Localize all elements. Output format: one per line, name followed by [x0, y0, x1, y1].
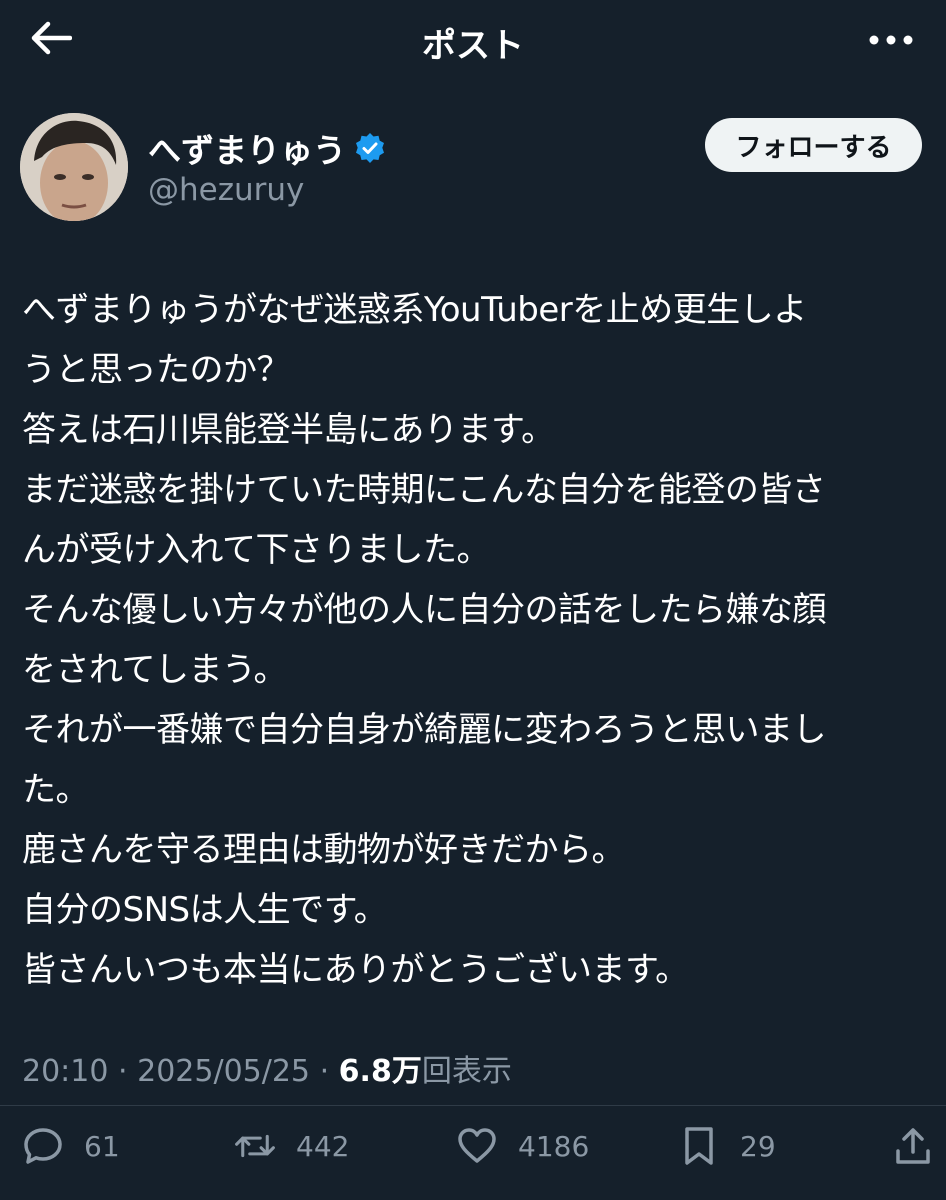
reply-icon [24, 1128, 62, 1164]
views-count: 6.8万 [338, 1054, 422, 1089]
post-line: 鹿さんを守る理由は動物が好きだから。 [22, 830, 626, 870]
post-date[interactable]: 2025/05/25 [137, 1054, 310, 1089]
share-button[interactable] [892, 1118, 934, 1174]
repost-icon [235, 1134, 275, 1158]
top-bar: ポスト [0, 0, 946, 80]
post-line: うと思ったのか？ [22, 350, 291, 390]
post-line: それが一番嫌で自分自身が綺麗に変わろうと思いまし [22, 710, 827, 750]
post-line: んが受け入れて下さりました。 [22, 530, 490, 570]
action-bar: 61 442 4186 29 [0, 1118, 946, 1174]
post-line: た。 [22, 770, 90, 810]
meta-separator: · [319, 1054, 330, 1089]
post-line: 答えは石川県能登半島にあります。 [22, 410, 555, 450]
post-line: まだ迷惑を掛けていた時期にこんな自分を能登の皆さ [22, 470, 826, 510]
author-name-row: へずまりゅう [148, 124, 386, 172]
post-line: をされてしまう。 [22, 650, 287, 690]
follow-button[interactable]: フォローする [705, 118, 922, 172]
post-meta: 20:10 · 2025/05/25 · 6.8万回表示 [22, 1046, 512, 1090]
post-line: へずまりゅうがなぜ迷惑系YouTuberを止め更生しよ [22, 290, 807, 330]
more-button[interactable] [866, 22, 916, 58]
meta-separator: · [118, 1054, 128, 1089]
bookmark-button[interactable]: 29 [678, 1118, 776, 1174]
like-button[interactable]: 4186 [456, 1118, 589, 1174]
heart-icon [458, 1128, 496, 1163]
like-count: 4186 [518, 1129, 590, 1163]
views-label: 回表示 [421, 1054, 512, 1089]
post-time[interactable]: 20:10 [22, 1054, 108, 1089]
author-handle[interactable]: @hezuruy [148, 172, 304, 208]
more-horizontal-icon [869, 35, 913, 45]
repost-button[interactable]: 442 [234, 1118, 349, 1174]
bookmark-count: 29 [740, 1129, 776, 1163]
post-line: 皆さんいつも本当にありがとうございます。 [22, 950, 689, 990]
post-line: そんな優しい方々が他の人に自分の話をしたら嫌な顔 [22, 590, 827, 630]
bookmark-icon [685, 1127, 713, 1165]
post-line: 自分のSNSは人生です。 [22, 890, 388, 930]
post-page: ポスト へずまりゅう @hezuruy フォローする へずまりゅうがなぜ迷惑系Y… [0, 0, 946, 1200]
author-name[interactable]: へずまりゅう [148, 124, 346, 172]
page-title: ポスト [422, 26, 524, 66]
repost-count: 442 [296, 1129, 350, 1163]
avatar[interactable] [20, 113, 128, 221]
verified-badge-icon [356, 133, 384, 163]
post-text: へずまりゅうがなぜ迷惑系YouTuberを止め更生しよ うと思ったのか？ 答えは… [22, 280, 932, 1000]
share-icon [896, 1128, 930, 1164]
reply-button[interactable]: 61 [22, 1118, 120, 1174]
divider [0, 1105, 946, 1106]
avatar-image [20, 113, 128, 221]
reply-count: 61 [84, 1129, 120, 1163]
